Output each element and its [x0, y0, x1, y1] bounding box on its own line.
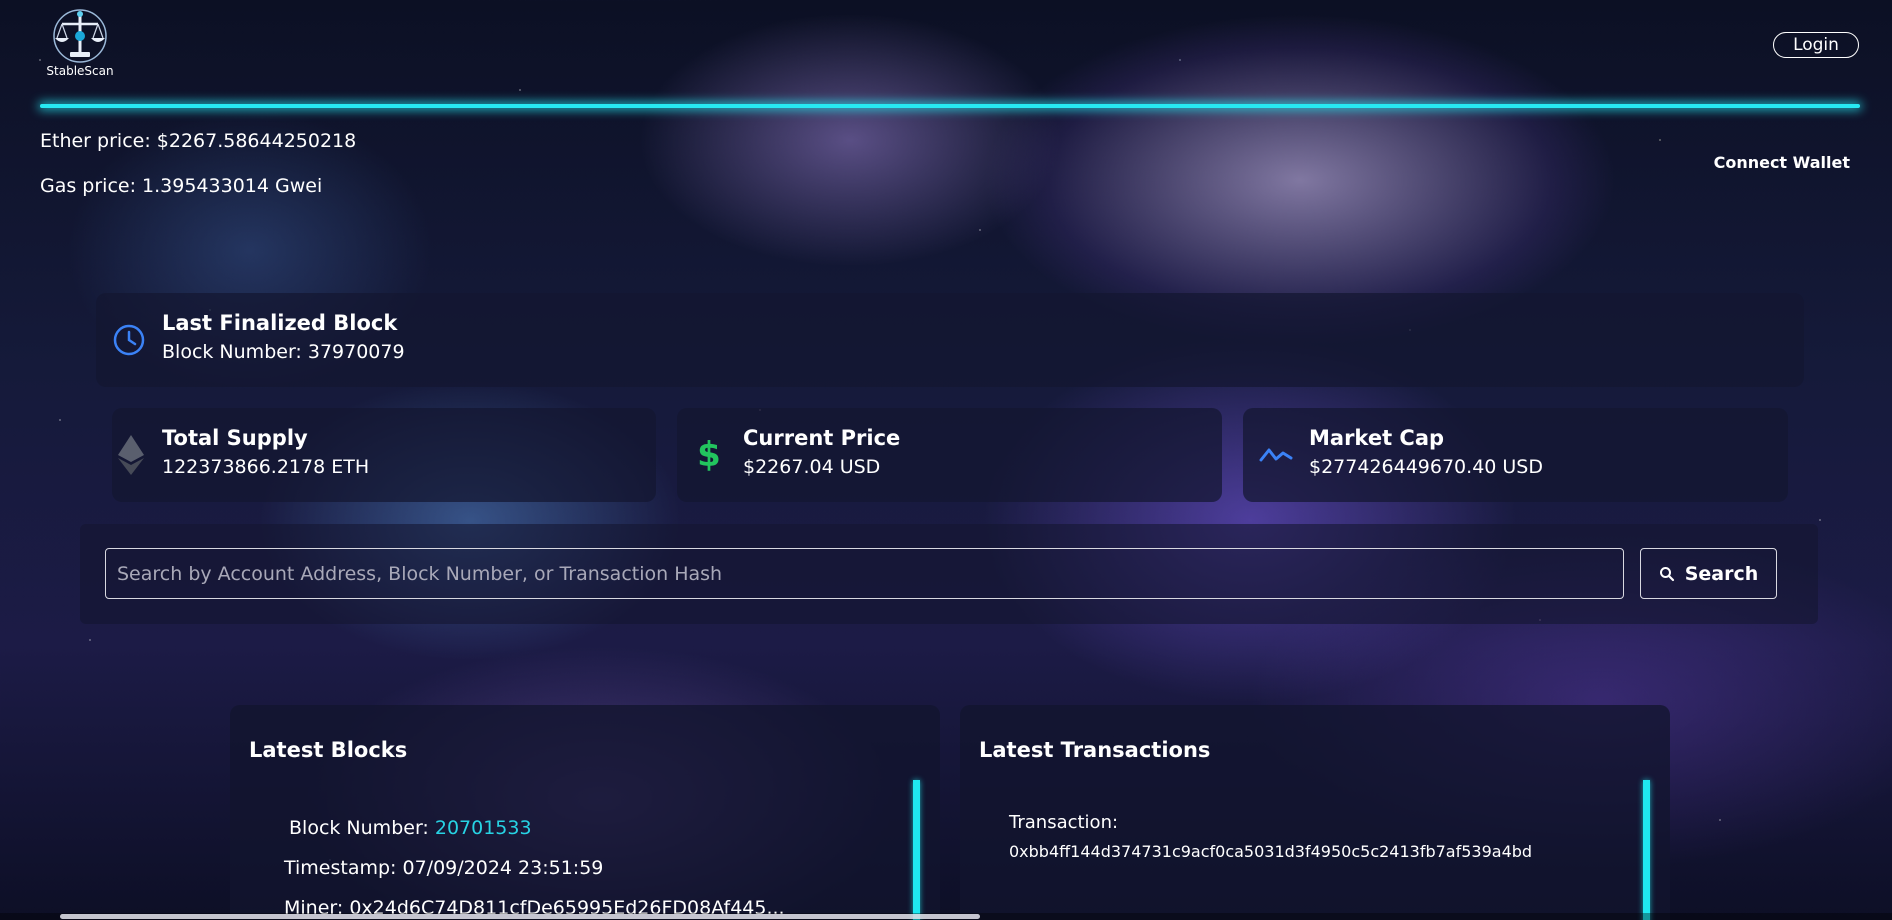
block-timestamp: Timestamp: 07/09/2024 23:51:59	[284, 857, 604, 879]
transactions-scrollbar[interactable]	[1643, 780, 1650, 920]
total-supply-value: 122373866.2178 ETH	[162, 456, 370, 478]
last-finalized-block-card: Last Finalized Block Block Number: 37970…	[96, 293, 1804, 387]
total-supply-card: Total Supply 122373866.2178 ETH	[112, 408, 656, 502]
horizontal-scrollbar-thumb[interactable]	[60, 914, 980, 919]
horizontal-scrollbar[interactable]	[0, 913, 1892, 920]
last-block-number: Block Number: 37970079	[162, 341, 405, 363]
search-bar: Search	[80, 524, 1818, 624]
dollar-icon: $	[697, 435, 721, 475]
search-button[interactable]: Search	[1640, 548, 1777, 599]
transaction-hash-link[interactable]: 0xbb4ff144d374731c9acf0ca5031d3f4950c5c2…	[1009, 842, 1532, 861]
block-number-label: Block Number:	[289, 817, 435, 839]
ethereum-icon	[116, 434, 146, 476]
search-button-label: Search	[1684, 562, 1759, 585]
latest-blocks-title: Latest Blocks	[249, 738, 408, 762]
ether-price: Ether price: $2267.58644250218	[40, 130, 357, 152]
logo-text: StableScan	[46, 64, 114, 78]
trend-line-icon	[1259, 442, 1293, 468]
latest-transactions-panel: Latest Transactions Transaction: 0xbb4ff…	[960, 705, 1670, 920]
block-number-link[interactable]: 20701533	[435, 817, 532, 839]
market-cap-value: $277426449670.40 USD	[1309, 456, 1544, 478]
current-price-card: $ Current Price $2267.04 USD	[677, 408, 1222, 502]
latest-transactions-title: Latest Transactions	[979, 738, 1211, 762]
stablescan-logo[interactable]: StableScan	[40, 6, 120, 82]
connect-wallet-button[interactable]: Connect Wallet	[1700, 153, 1850, 172]
total-supply-title: Total Supply	[162, 426, 308, 450]
search-icon	[1659, 566, 1674, 581]
current-price-title: Current Price	[743, 426, 901, 450]
login-button[interactable]: Login	[1773, 32, 1859, 58]
blocks-scrollbar[interactable]	[913, 780, 920, 920]
current-price-value: $2267.04 USD	[743, 456, 881, 478]
last-block-title: Last Finalized Block	[162, 311, 398, 335]
scales-logo-icon	[53, 9, 107, 63]
latest-blocks-panel: Latest Blocks Block Number: 20701533 Tim…	[230, 705, 940, 920]
search-input[interactable]	[105, 548, 1624, 599]
block-number-line: Block Number: 20701533	[289, 817, 532, 839]
transaction-label: Transaction:	[1009, 812, 1119, 833]
header-divider	[40, 104, 1860, 108]
clock-icon	[112, 323, 146, 357]
market-cap-card: Market Cap $277426449670.40 USD	[1243, 408, 1788, 502]
gas-price: Gas price: 1.395433014 Gwei	[40, 175, 323, 197]
market-cap-title: Market Cap	[1309, 426, 1445, 450]
